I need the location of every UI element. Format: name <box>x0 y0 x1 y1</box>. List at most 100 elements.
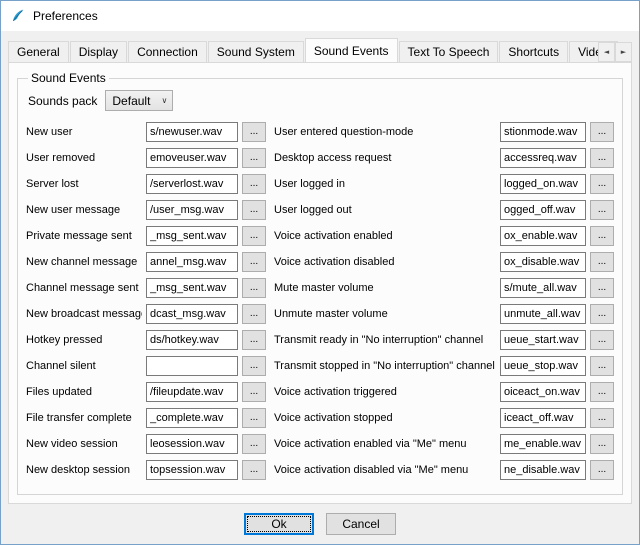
browse-button[interactable]: ... <box>242 278 266 298</box>
sound-file-input[interactable] <box>146 356 238 376</box>
sound-event-label: Unmute master volume <box>274 308 496 320</box>
browse-button[interactable]: ... <box>242 330 266 350</box>
browse-button[interactable]: ... <box>590 148 614 168</box>
browse-button[interactable]: ... <box>242 434 266 454</box>
sound-event-row: Voice activation disabled via "Me" menu.… <box>274 460 614 480</box>
groupbox-title: Sound Events <box>28 71 109 85</box>
preferences-window: Preferences General Display Connection S… <box>0 0 640 545</box>
sound-event-row: User logged out... <box>274 200 614 220</box>
sound-events-grid: New user...User removed...Server lost...… <box>26 122 614 486</box>
sound-file-input[interactable] <box>500 434 586 454</box>
sound-event-row: New user message... <box>26 200 266 220</box>
browse-button[interactable]: ... <box>242 226 266 246</box>
sound-event-label: Server lost <box>26 178 142 190</box>
sound-event-label: Transmit stopped in "No interruption" ch… <box>274 360 496 372</box>
tab-general[interactable]: General <box>8 41 69 62</box>
browse-button[interactable]: ... <box>590 226 614 246</box>
sound-event-row: New channel message... <box>26 252 266 272</box>
sound-file-input[interactable] <box>500 408 586 428</box>
sound-file-input[interactable] <box>500 122 586 142</box>
sound-file-input[interactable] <box>146 434 238 454</box>
browse-button[interactable]: ... <box>590 434 614 454</box>
sound-file-input[interactable] <box>146 226 238 246</box>
sound-file-input[interactable] <box>146 408 238 428</box>
browse-button[interactable]: ... <box>590 408 614 428</box>
browse-button[interactable]: ... <box>242 200 266 220</box>
browse-button[interactable]: ... <box>242 460 266 480</box>
sound-event-row: New broadcast message... <box>26 304 266 324</box>
browse-button[interactable]: ... <box>590 330 614 350</box>
browse-button[interactable]: ... <box>590 122 614 142</box>
browse-button[interactable]: ... <box>590 278 614 298</box>
sound-event-row: New video session... <box>26 434 266 454</box>
sound-file-input[interactable] <box>500 226 586 246</box>
sound-file-input[interactable] <box>500 200 586 220</box>
tab-bar: General Display Connection Sound System … <box>1 31 639 62</box>
sound-file-input[interactable] <box>500 278 586 298</box>
sound-file-input[interactable] <box>146 460 238 480</box>
tab-display[interactable]: Display <box>70 41 127 62</box>
sound-file-input[interactable] <box>146 330 238 350</box>
tab-connection[interactable]: Connection <box>128 41 207 62</box>
sound-event-label: Voice activation triggered <box>274 386 496 398</box>
browse-button[interactable]: ... <box>242 408 266 428</box>
browse-button[interactable]: ... <box>242 356 266 376</box>
chevron-down-icon: ∨ <box>162 96 168 105</box>
sound-event-label: New user message <box>26 204 142 216</box>
browse-button[interactable]: ... <box>242 382 266 402</box>
sound-file-input[interactable] <box>500 174 586 194</box>
sound-event-row: Transmit ready in "No interruption" chan… <box>274 330 614 350</box>
tab-scroll-left-icon[interactable]: ◄ <box>598 42 615 62</box>
browse-button[interactable]: ... <box>590 356 614 376</box>
sound-event-label: Files updated <box>26 386 142 398</box>
browse-button[interactable]: ... <box>590 200 614 220</box>
browse-button[interactable]: ... <box>242 252 266 272</box>
tab-scroll-right-icon[interactable]: ► <box>615 42 632 62</box>
sound-event-label: Private message sent <box>26 230 142 242</box>
sound-event-row: Server lost... <box>26 174 266 194</box>
tab-text-to-speech[interactable]: Text To Speech <box>399 41 499 62</box>
sound-file-input[interactable] <box>146 122 238 142</box>
sound-event-label: Voice activation stopped <box>274 412 496 424</box>
sound-file-input[interactable] <box>146 148 238 168</box>
tab-sound-events[interactable]: Sound Events <box>305 38 398 62</box>
sound-file-input[interactable] <box>500 460 586 480</box>
tab-shortcuts[interactable]: Shortcuts <box>499 41 568 62</box>
cancel-button[interactable]: Cancel <box>326 513 396 535</box>
browse-button[interactable]: ... <box>590 460 614 480</box>
sound-event-row: Voice activation stopped... <box>274 408 614 428</box>
browse-button[interactable]: ... <box>590 174 614 194</box>
tab-sound-system[interactable]: Sound System <box>208 41 304 62</box>
sound-event-label: Hotkey pressed <box>26 334 142 346</box>
sound-file-input[interactable] <box>500 148 586 168</box>
sound-events-groupbox: Sound Events Sounds pack Default ∨ New u… <box>17 71 623 495</box>
browse-button[interactable]: ... <box>590 382 614 402</box>
sound-file-input[interactable] <box>146 304 238 324</box>
browse-button[interactable]: ... <box>242 122 266 142</box>
sound-file-input[interactable] <box>146 382 238 402</box>
sound-file-input[interactable] <box>500 304 586 324</box>
sound-event-row: Hotkey pressed... <box>26 330 266 350</box>
browse-button[interactable]: ... <box>590 252 614 272</box>
browse-button[interactable]: ... <box>242 304 266 324</box>
sounds-pack-select[interactable]: Default ∨ <box>105 90 173 111</box>
sound-file-input[interactable] <box>500 382 586 402</box>
sound-event-row: Mute master volume... <box>274 278 614 298</box>
sound-file-input[interactable] <box>500 330 586 350</box>
sound-event-row: Channel silent... <box>26 356 266 376</box>
sound-file-input[interactable] <box>500 252 586 272</box>
sound-event-label: Voice activation disabled <box>274 256 496 268</box>
sound-event-label: New user <box>26 126 142 138</box>
app-icon <box>10 8 26 24</box>
browse-button[interactable]: ... <box>590 304 614 324</box>
sound-file-input[interactable] <box>500 356 586 376</box>
sound-file-input[interactable] <box>146 278 238 298</box>
browse-button[interactable]: ... <box>242 148 266 168</box>
browse-button[interactable]: ... <box>242 174 266 194</box>
sound-event-label: Voice activation enabled <box>274 230 496 242</box>
sound-event-row: Voice activation enabled... <box>274 226 614 246</box>
sound-file-input[interactable] <box>146 200 238 220</box>
sound-file-input[interactable] <box>146 252 238 272</box>
ok-button[interactable]: Ok <box>244 513 314 535</box>
sound-file-input[interactable] <box>146 174 238 194</box>
